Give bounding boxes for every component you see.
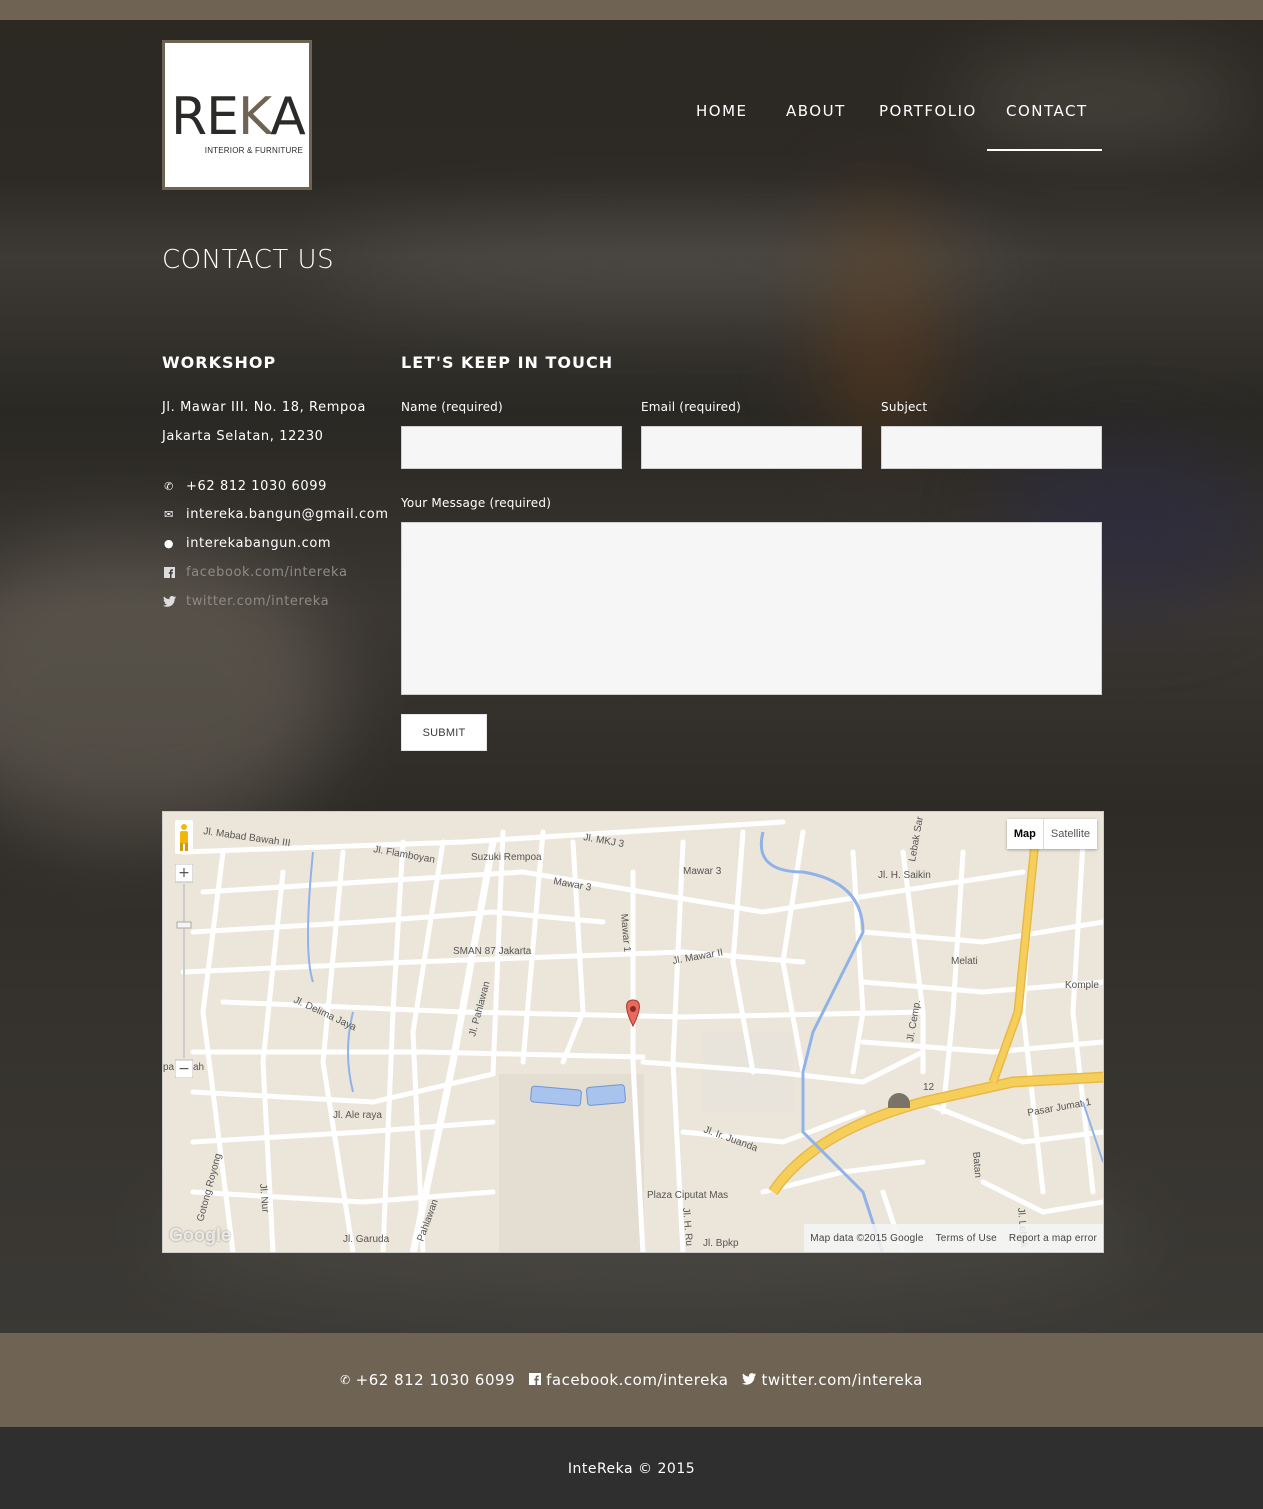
twitter-row[interactable]: twitter.com/intereka xyxy=(162,592,329,610)
zoom-slider[interactable] xyxy=(175,864,193,1078)
map-terms-link[interactable]: Terms of Use xyxy=(930,1233,1003,1244)
name-label: Name (required) xyxy=(401,400,503,414)
subject-input[interactable] xyxy=(881,426,1102,469)
page-title: CONTACT US xyxy=(162,245,335,275)
phone-icon: ✆ xyxy=(340,1373,351,1387)
phone-text: +62 812 1030 6099 xyxy=(186,478,328,494)
nav-active-underline xyxy=(987,149,1102,151)
map-street-label: Jl. Garuda xyxy=(343,1234,390,1245)
footer-facebook-link[interactable]: facebook.com/intereka xyxy=(546,1371,728,1389)
footer-links: ✆ +62 812 1030 6099 facebook.com/interek… xyxy=(0,1333,1263,1427)
top-strip xyxy=(0,0,1263,20)
facebook-icon xyxy=(162,565,176,579)
submit-button[interactable]: SUBMIT xyxy=(401,714,487,751)
message-label: Your Message (required) xyxy=(401,496,552,510)
map-street-label: Jl. Bpkp xyxy=(703,1238,739,1249)
map-street-label: 12 xyxy=(923,1082,935,1093)
envelope-icon: ✉ xyxy=(164,507,174,521)
twitter-icon xyxy=(162,594,176,608)
nav-item-contact[interactable]: CONTACT xyxy=(1006,102,1088,120)
map-street-label: Suzuki Rempoa xyxy=(471,852,542,863)
site-logo[interactable]: REKA INTERIOR & FURNITURE xyxy=(162,40,312,190)
footer-twitter[interactable]: twitter.com/intereka xyxy=(742,1371,922,1389)
address-line-2: Jakarta Selatan, 12230 xyxy=(162,429,324,444)
map-canvas[interactable]: Jl. Mabad Bawah IIIJl. Flamboyan Suzuki R… xyxy=(163,812,1104,1253)
map-street-label: Komple xyxy=(1065,980,1099,991)
footer-contact-bar: ✆ +62 812 1030 6099 facebook.com/interek… xyxy=(0,1333,1263,1427)
google-map[interactable]: Jl. Mabad Bawah III Jl. Flamboyan Suzuki R… xyxy=(162,811,1104,1253)
logo-word-part: A xyxy=(270,87,306,147)
nav-item-portfolio[interactable]: PORTFOLIO xyxy=(879,102,977,120)
logo-word-part: RE xyxy=(171,87,239,147)
email-input[interactable] xyxy=(641,426,862,469)
footer-phone: ✆ +62 812 1030 6099 xyxy=(340,1371,515,1389)
map-street-label: SMAN 87 Jakarta xyxy=(453,946,532,957)
map-attribution-bar: Map data ©2015 Google Terms of Use Repor… xyxy=(804,1224,1103,1252)
footer-twitter-link[interactable]: twitter.com/intereka xyxy=(761,1371,922,1389)
pegman-icon[interactable] xyxy=(175,820,193,854)
message-textarea[interactable] xyxy=(401,522,1102,695)
address-line-1: Jl. Mawar III. No. 18, Rempoa xyxy=(162,400,366,415)
map-street-label: Mawar 3 xyxy=(683,866,722,877)
nav-item-about[interactable]: ABOUT xyxy=(786,102,846,120)
twitter-icon xyxy=(742,1372,757,1388)
google-logo[interactable]: Google xyxy=(169,1225,231,1246)
logo-wordmark: REKA xyxy=(171,87,306,147)
logo-tagline: INTERIOR & FURNITURE xyxy=(204,146,303,155)
workshop-title: WORKSHOP xyxy=(162,353,277,372)
map-report-link[interactable]: Report a map error xyxy=(1003,1233,1103,1244)
map-street-label: Plaza Ciputat Mas xyxy=(647,1190,728,1201)
copyright-text: InteReka © 2015 xyxy=(567,1461,696,1477)
email-link[interactable]: intereka.bangun@gmail.com xyxy=(186,507,389,522)
facebook-link[interactable]: facebook.com/intereka xyxy=(186,565,348,580)
zoom-out-icon[interactable]: − xyxy=(175,1060,193,1078)
subject-label: Subject xyxy=(881,400,928,414)
map-street-label: Jl. Ale raya xyxy=(333,1110,382,1121)
map-street-label: Batan xyxy=(970,1151,983,1178)
website-link[interactable]: interekabangun.com xyxy=(186,536,331,551)
main-nav: HOME ABOUT PORTFOLIO CONTACT xyxy=(676,75,1102,151)
twitter-link[interactable]: twitter.com/intereka xyxy=(186,594,329,609)
phone-icon: ✆ xyxy=(164,479,174,493)
zoom-in-icon[interactable]: + xyxy=(175,864,193,882)
footer-phone-text: +62 812 1030 6099 xyxy=(355,1371,516,1389)
facebook-row[interactable]: facebook.com/intereka xyxy=(162,563,348,581)
phone-row: ✆ +62 812 1030 6099 xyxy=(162,477,327,495)
map-street-label: pa xyxy=(163,1062,175,1073)
globe-icon: ● xyxy=(163,536,175,550)
nav-item-home[interactable]: HOME xyxy=(696,102,748,120)
facebook-icon xyxy=(529,1372,542,1388)
website-row[interactable]: ● interekabangun.com xyxy=(162,534,331,552)
map-type-toggle: Map Satellite xyxy=(1006,819,1097,849)
email-row[interactable]: ✉ intereka.bangun@gmail.com xyxy=(162,505,389,523)
footer-bottom: InteReka © 2015 xyxy=(0,1427,1263,1509)
map-type-map-button[interactable]: Map xyxy=(1007,819,1044,849)
email-label: Email (required) xyxy=(641,400,741,414)
logo-word-accent: K xyxy=(238,87,271,147)
map-street-label: ah xyxy=(193,1062,204,1073)
map-type-satellite-button[interactable]: Satellite xyxy=(1044,819,1097,849)
footer-facebook[interactable]: facebook.com/intereka xyxy=(529,1371,728,1389)
form-title: LET'S KEEP IN TOUCH xyxy=(401,353,614,372)
map-attribution: Map data ©2015 Google xyxy=(810,1232,924,1244)
map-street-label: Melati xyxy=(951,956,978,967)
map-street-label: Jl. H. Saikin xyxy=(878,870,931,881)
name-input[interactable] xyxy=(401,426,622,469)
